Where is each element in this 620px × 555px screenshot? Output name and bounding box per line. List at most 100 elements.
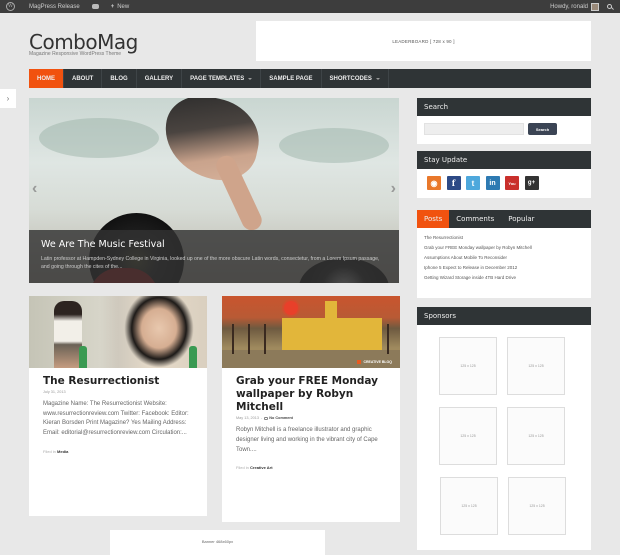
slide-image-person [156, 98, 267, 188]
tab-post-list: The Resurrectionist Grab your FREE Monda… [417, 228, 591, 291]
post-card: CREATIVE BLOQ Grab your FREE Monday wall… [222, 296, 400, 522]
main-nav: HOME ABOUT BLOG GALLERY PAGE TEMPLATES S… [29, 69, 591, 88]
thumb-bottle [189, 346, 197, 368]
nav-label: HOME [37, 75, 55, 82]
slider-next-arrow-icon[interactable]: › [391, 180, 396, 198]
sponsor-ad[interactable]: 125 x 125 [439, 407, 497, 465]
stay-update-widget: Stay Update ◉ f t in You g+ [417, 151, 591, 198]
post-title[interactable]: The Resurrectionist [43, 375, 193, 388]
avatar[interactable] [591, 2, 599, 11]
slide-image-cloud [39, 118, 159, 158]
youtube-icon[interactable]: You [505, 176, 519, 190]
sponsor-ad[interactable]: 125 x 125 [440, 477, 498, 535]
caret-down-icon [375, 77, 380, 80]
thumb-palm [232, 324, 234, 354]
comment-icon [264, 416, 269, 420]
admin-bar: W MagPress Release + New Howdy, ronald [0, 0, 620, 13]
tab-comments[interactable]: Comments [449, 210, 501, 228]
nav-item-sample-page[interactable]: SAMPLE PAGE [261, 69, 322, 88]
linkedin-icon[interactable]: in [485, 176, 500, 190]
sponsor-ad[interactable]: 125 x 125 [439, 337, 497, 395]
post-category-link[interactable]: Creative Art [250, 465, 273, 470]
slider-prev-arrow-icon[interactable]: ‹ [32, 180, 37, 198]
tab-bar: Posts Comments Popular [417, 210, 591, 228]
nav-item-page-templates[interactable]: PAGE TEMPLATES [182, 69, 262, 88]
admin-new-label: New [117, 3, 130, 10]
post-comments-link[interactable]: No Comment [269, 416, 293, 420]
sponsor-ad[interactable]: 125 x 125 [507, 407, 565, 465]
nav-label: SAMPLE PAGE [269, 75, 313, 82]
widget-title: Search [417, 98, 591, 116]
list-item[interactable]: Grab your FREE Monday wallpaper by Robyn… [424, 245, 584, 250]
post-date: May 13, 2013 [236, 416, 260, 421]
nav-item-home[interactable]: HOME [29, 69, 64, 88]
caret-down-icon [248, 77, 253, 80]
filed-prefix: Filed in [236, 465, 249, 471]
post-meta: July 31, 2013 [43, 390, 193, 394]
rss-icon[interactable]: ◉ [427, 176, 441, 190]
thumb-figure [124, 296, 194, 368]
facebook-icon[interactable]: f [446, 176, 461, 190]
slide-title[interactable]: We Are The Music Festival [41, 239, 387, 250]
sponsors-widget: Sponsors 125 x 125 125 x 125 125 x 125 1… [417, 307, 591, 550]
filed-prefix: Filed in [43, 448, 56, 454]
post-thumbnail[interactable]: CREATIVE BLOQ [222, 296, 400, 368]
list-item[interactable]: The Resurrectionist [424, 235, 584, 240]
sponsor-ad[interactable]: 125 x 125 [507, 337, 565, 395]
tabbed-posts-widget: Posts Comments Popular The Resurrectioni… [417, 210, 591, 298]
admin-greeting[interactable]: Howdy, ronald [550, 4, 588, 10]
list-item[interactable]: Assumptions About Mobile To Reconsider [424, 255, 584, 260]
thumb-palm [248, 324, 250, 354]
banner-label: Banner 468x60px [201, 539, 234, 544]
thumb-bottle [79, 346, 87, 368]
post-title[interactable]: Grab your FREE Monday wallpaper by Robyn… [236, 375, 386, 414]
thumb-palm [387, 324, 389, 354]
post-date: July 31, 2013 [43, 390, 66, 395]
nav-item-shortcodes[interactable]: SHORTCODES [322, 69, 389, 88]
list-item[interactable]: Iphone 5 Expect to Release in December 2… [424, 265, 584, 270]
thumb-sun [284, 301, 298, 315]
wordpress-logo-icon[interactable]: W [6, 2, 15, 11]
post-excerpt: Robyn Mitchell is a freelance illustrato… [236, 427, 378, 453]
post-excerpt: Magazine Name: The Resurrectionist Websi… [43, 401, 189, 436]
plus-icon: + [110, 3, 115, 10]
sponsor-ad[interactable]: 125 x 125 [508, 477, 566, 535]
banner-ad[interactable]: Banner 468x60px [110, 530, 325, 555]
tab-popular[interactable]: Popular [501, 210, 541, 228]
thumb-palm [264, 324, 266, 354]
nav-label: GALLERY [144, 75, 174, 82]
nav-item-about[interactable]: ABOUT [64, 69, 103, 88]
twitter-icon[interactable]: t [466, 176, 480, 190]
nav-label: SHORTCODES [329, 75, 372, 82]
post-card: The Resurrectionist July 31, 2013 Magazi… [29, 296, 207, 516]
thumb-figure [54, 301, 82, 368]
nav-label: BLOG [110, 75, 128, 82]
tab-posts[interactable]: Posts [417, 210, 450, 228]
nav-item-gallery[interactable]: GALLERY [137, 69, 183, 88]
list-item[interactable]: Getting Wizard Storage inside 4TB Hard D… [424, 275, 584, 280]
featured-slider[interactable]: ‹ › We Are The Music Festival Latin prof… [29, 98, 399, 283]
search-icon[interactable] [607, 4, 612, 9]
comments-icon[interactable] [91, 4, 99, 9]
thumb-badge: CREATIVE BLOQ [357, 360, 392, 364]
slide-caption: We Are The Music Festival Latin professo… [29, 230, 399, 283]
side-panel-toggle[interactable]: › [0, 89, 16, 108]
post-thumbnail[interactable] [29, 296, 207, 368]
post-category-link[interactable]: Media [57, 449, 68, 454]
nav-label: ABOUT [72, 75, 94, 82]
search-button[interactable]: Search [528, 123, 557, 135]
nav-item-blog[interactable]: BLOG [102, 69, 137, 88]
slide-excerpt: Latin professor at Hampden-Sydney Colleg… [41, 256, 380, 270]
chevron-right-icon: › [6, 94, 10, 103]
googleplus-icon[interactable]: g+ [524, 176, 539, 190]
slide-image-cloud [279, 128, 389, 163]
widget-title: Stay Update [417, 151, 591, 169]
site-tagline: Magazine Responsive WordPress Theme [29, 51, 122, 57]
search-widget: Search Search [417, 98, 591, 144]
admin-new-button[interactable]: + New [111, 4, 130, 10]
leaderboard-label: LEADERBOARD [ 728 x 90 ] [392, 38, 455, 44]
leaderboard-ad[interactable]: LEADERBOARD [ 728 x 90 ] [256, 21, 591, 61]
admin-site-name[interactable]: MagPress Release [29, 4, 80, 10]
post-category-line: Filed in Media [43, 449, 193, 454]
search-input[interactable] [424, 123, 524, 135]
